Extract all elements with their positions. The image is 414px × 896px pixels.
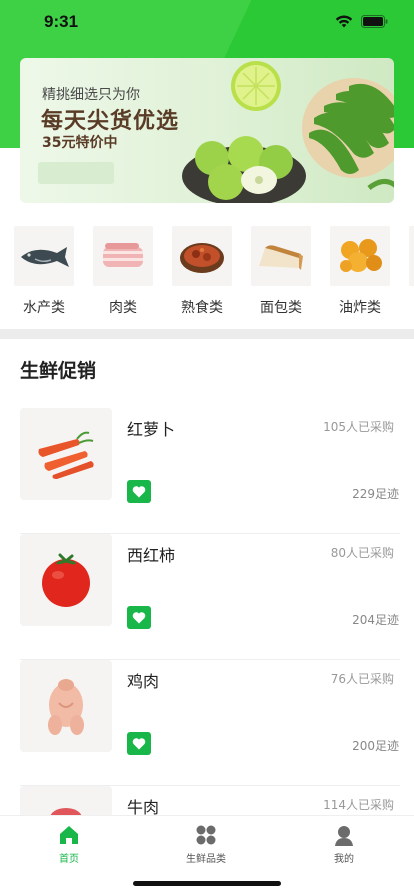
category-label: 熟食类 [181,300,223,316]
status-time: 9:31 [44,12,79,31]
product-item-carrot[interactable]: 红萝卜 105人已采购 229足迹 [20,408,400,534]
category-meat[interactable]: 肉类 [93,226,153,317]
chicken-icon [20,660,112,752]
tomato-icon [20,534,112,626]
favorite-button[interactable] [127,480,151,503]
home-icon [60,826,78,844]
category-label: 面包类 [260,300,302,316]
status-bar: 9:31 [0,0,414,46]
tab-label: 我的 [334,854,354,865]
banner-title: 每天尖货优选 [41,109,180,134]
category-strip: 水产类 肉类 熟食类 面包类 油炸类 [0,226,414,322]
category-aquatic[interactable]: 水产类 [14,226,74,317]
section-title: 生鲜促销 [20,360,97,382]
status-icons [335,15,388,28]
banner-fruit-illustration [182,61,394,203]
tab-home[interactable]: 首页 [29,824,109,865]
fried-food-icon [330,226,390,286]
cooked-food-icon [172,226,232,286]
category-cooked[interactable]: 熟食类 [172,226,232,317]
pork-icon [93,226,153,286]
favorite-button[interactable] [127,606,151,629]
product-name: 红萝卜 [127,420,176,439]
product-footprints: 200足迹 [352,739,399,753]
promo-banner[interactable]: 精挑细选只为你 每天尖货优选 35元特价中 [20,58,394,203]
tab-mine[interactable]: 我的 [304,824,384,865]
category-bread[interactable]: 面包类 [251,226,311,317]
product-buyers: 80人已采购 [330,546,394,560]
tab-label: 生鲜品类 [186,854,226,865]
battery-icon [361,15,388,28]
category-label: 肉类 [109,300,137,316]
wifi-icon [335,15,353,28]
user-icon [335,826,353,846]
category-label: 水产类 [23,300,65,316]
fish-icon [14,226,74,286]
heart-icon [132,486,146,498]
home-indicator [133,881,281,886]
heart-icon [132,738,146,750]
category-fried[interactable]: 油炸类 [330,226,390,317]
product-footprints: 204足迹 [352,613,399,627]
category-next-partial[interactable] [409,226,414,286]
product-name: 西红柿 [127,546,176,565]
category-label: 油炸类 [339,300,381,316]
product-buyers: 76人已采购 [330,672,394,686]
tab-label: 首页 [59,854,79,865]
banner-subtitle: 精挑细选只为你 [42,87,140,103]
product-item-chicken[interactable]: 鸡肉 76人已采购 200足迹 [20,660,400,786]
bread-icon [251,226,311,286]
carrot-icon [20,408,112,500]
favorite-button[interactable] [127,732,151,755]
tab-fresh-category[interactable]: 生鲜品类 [166,824,246,865]
category-grid-icon [196,825,216,845]
product-buyers: 114人已采购 [323,798,394,812]
banner-price: 35元特价中 [42,135,118,151]
product-name: 鸡肉 [127,672,160,691]
product-footprints: 229足迹 [352,487,399,501]
heart-icon [132,612,146,624]
section-divider [0,329,414,339]
product-buyers: 105人已采购 [323,420,394,434]
product-item-tomato[interactable]: 西红柿 80人已采购 204足迹 [20,534,400,660]
banner-button[interactable] [38,162,114,184]
